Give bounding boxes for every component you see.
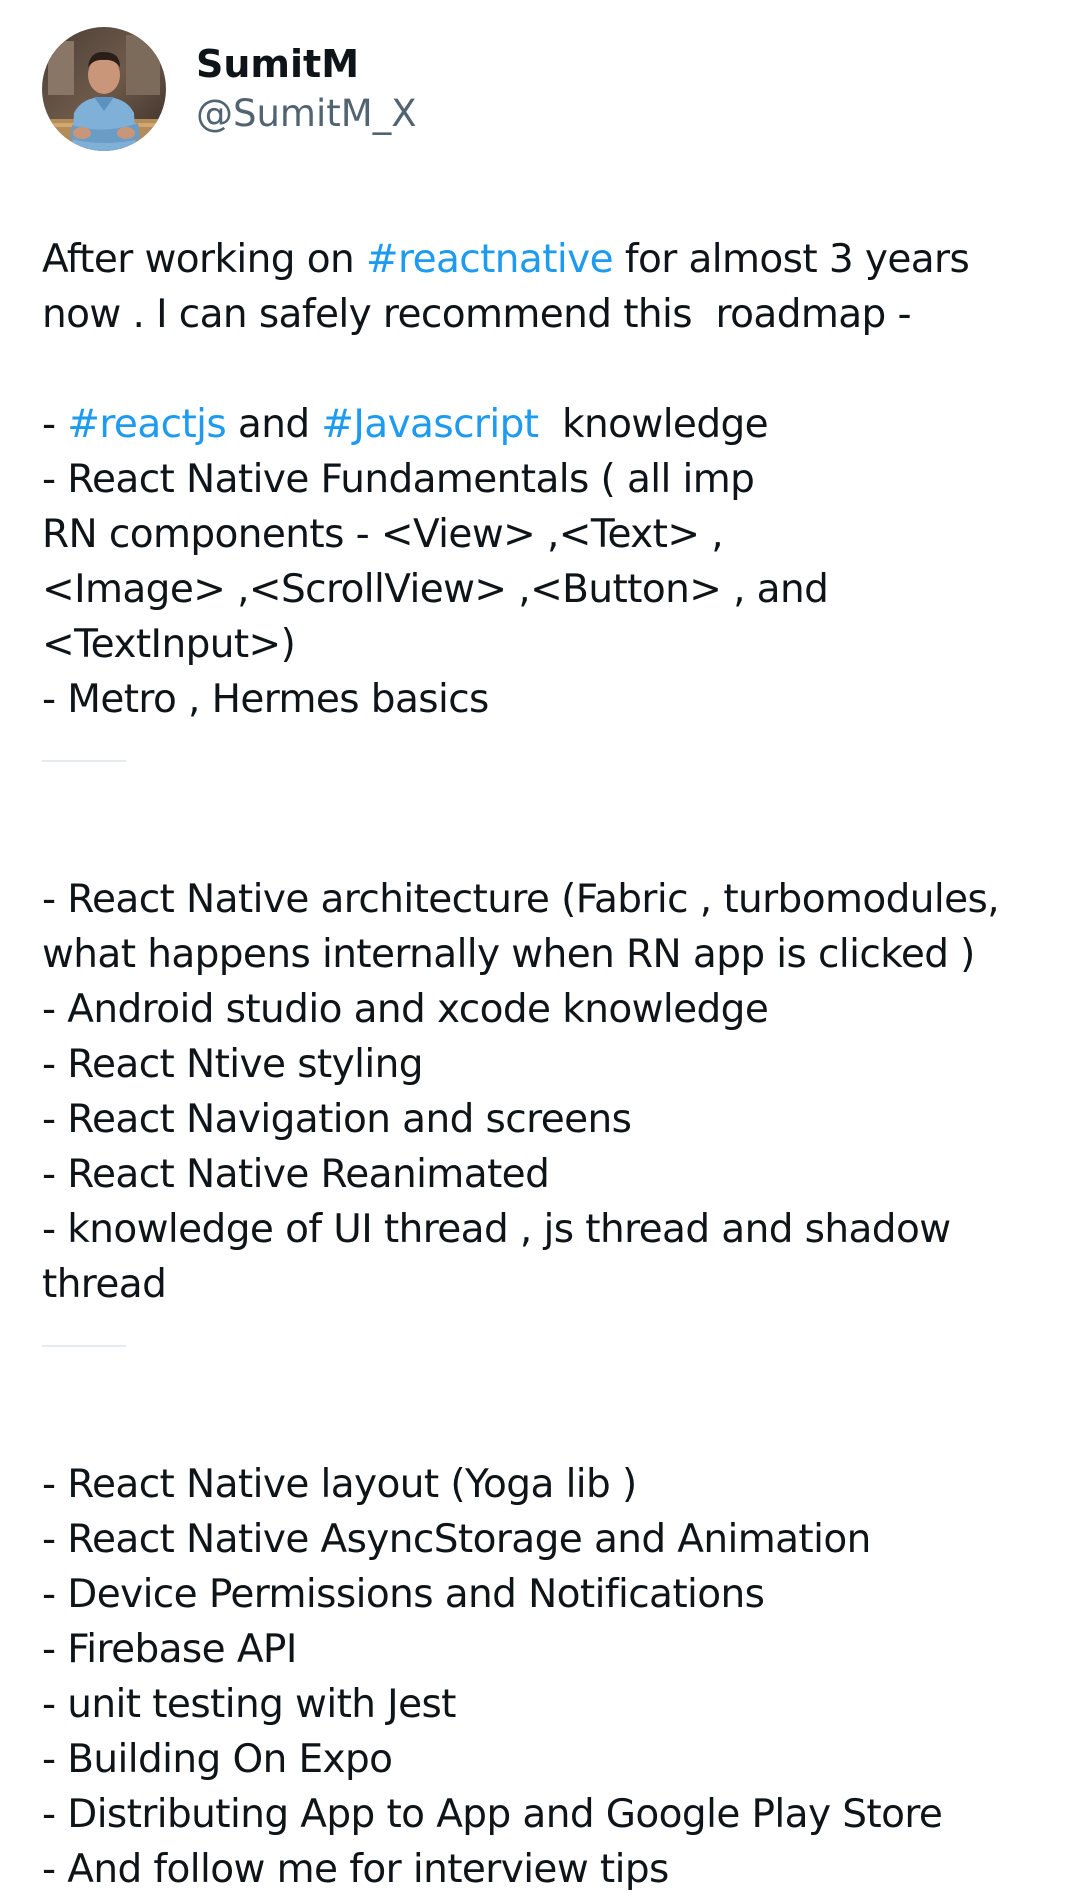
text-span: After working on xyxy=(42,237,366,282)
section-divider-row xyxy=(42,727,1062,872)
tweet-text: After working on #reactnative for almost… xyxy=(42,232,1062,1897)
text-line: - #reactjs and #Javascript knowledge xyxy=(42,397,1062,452)
text-line: - React Native Fundamentals ( all imp xyxy=(42,457,755,502)
text-span: for almost 3 years xyxy=(613,237,970,282)
text-line: - React Native layout (Yoga lib ) xyxy=(42,1462,637,1507)
text-span: - xyxy=(42,402,68,447)
text-line: now . I can safely recommend this roadma… xyxy=(42,292,912,337)
author-handle[interactable]: @SumitM_X xyxy=(196,89,417,139)
text-line: - Distributing App to App and Google Pla… xyxy=(42,1792,943,1837)
section-divider xyxy=(42,760,126,762)
text-line: what happens internally when RN app is c… xyxy=(42,932,975,977)
text-line: - React Ntive styling xyxy=(42,1042,423,1087)
hashtag-javascript[interactable]: #Javascript xyxy=(321,402,539,447)
text-line: - And follow me for interview tips xyxy=(42,1847,669,1892)
section-divider xyxy=(42,1345,126,1347)
text-line: - Firebase API xyxy=(42,1627,297,1672)
text-line: <Image> ,<ScrollView> ,<Button> , and xyxy=(42,567,829,612)
text-line: - React Native architecture (Fabric , tu… xyxy=(42,877,1000,922)
text-line: - Building On Expo xyxy=(42,1737,393,1782)
hashtag-reactnative[interactable]: #reactnative xyxy=(366,237,614,282)
text-line: - React Navigation and screens xyxy=(42,1097,632,1142)
text-line: - Metro , Hermes basics xyxy=(42,677,489,722)
text-span: knowledge xyxy=(538,402,769,447)
text-span: and xyxy=(226,402,322,447)
text-line: - React Native AsyncStorage and Animatio… xyxy=(42,1517,871,1562)
text-line: - Device Permissions and Notifications xyxy=(42,1572,765,1617)
section-divider-row xyxy=(42,1312,1062,1457)
author-identity: SumitM @SumitM_X xyxy=(196,39,417,139)
text-line: After working on #reactnative for almost… xyxy=(42,232,1062,287)
text-line: thread xyxy=(42,1262,167,1307)
avatar[interactable] xyxy=(42,27,166,151)
text-line: - knowledge of UI thread , js thread and… xyxy=(42,1207,951,1252)
tweet-header: SumitM @SumitM_X xyxy=(42,26,1042,152)
text-line: - React Native Reanimated xyxy=(42,1152,550,1197)
text-line: RN components - <View> ,<Text> , xyxy=(42,512,724,557)
text-line: - unit testing with Jest xyxy=(42,1682,456,1727)
author-display-name[interactable]: SumitM xyxy=(196,39,417,89)
hashtag-reactjs[interactable]: #reactjs xyxy=(67,402,226,447)
text-line: <TextInput>) xyxy=(42,622,296,667)
text-line: - Android studio and xcode knowledge xyxy=(42,987,769,1032)
